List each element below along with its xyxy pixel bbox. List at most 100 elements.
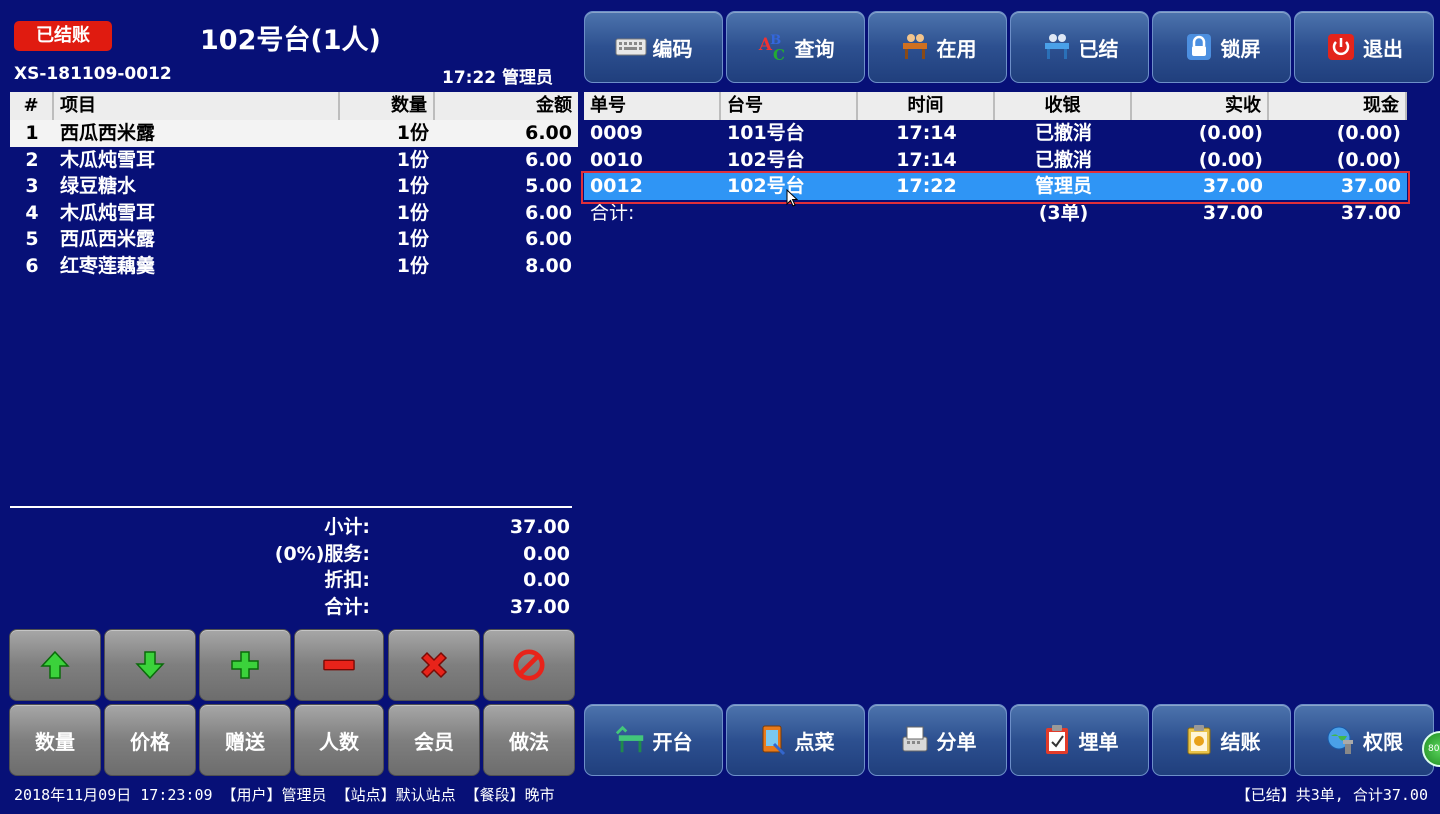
pay-bill-button[interactable]: 埋单 — [1010, 704, 1149, 776]
permission-button-label: 权限 — [1363, 729, 1403, 754]
split-bill-button[interactable]: 分单 — [868, 704, 1007, 776]
open-table-button-label: 开台 — [652, 729, 693, 754]
bill-time: 17:22 — [896, 175, 957, 197]
member-button[interactable]: 会员 — [388, 704, 480, 776]
arrow-down-icon — [134, 649, 166, 681]
open-table-icon — [615, 724, 647, 756]
table-row[interactable]: 0012 102号台 17:22 管理员 37.00 37.00 — [584, 173, 1407, 200]
bill-table: 102号台 — [727, 148, 805, 171]
move-down-button[interactable] — [104, 629, 196, 701]
status-badge: 已结账 — [14, 21, 112, 51]
status-bar-right: 【已结】共3单, 合计37.00 — [1235, 786, 1428, 804]
column-header-cash[interactable]: 现金 — [1269, 92, 1407, 120]
checkout-icon — [1183, 724, 1215, 756]
column-header-item[interactable]: 项目 — [54, 92, 340, 120]
table-row[interactable]: 6 红枣莲藕羹 1份 8.00 — [10, 253, 578, 280]
row-qty: 1份 — [396, 254, 429, 277]
column-header-bill-no[interactable]: 单号 — [584, 92, 721, 120]
subtract-button[interactable] — [294, 629, 384, 701]
row-item: 西瓜西米露 — [60, 228, 156, 250]
exit-button[interactable]: 退出 — [1294, 11, 1434, 83]
search-button[interactable]: ABC 查询 — [726, 11, 865, 83]
column-header-no[interactable]: # — [10, 92, 54, 120]
table-row[interactable]: 3 绿豆糖水 1份 5.00 — [10, 173, 578, 200]
bill-no: 0009 — [590, 122, 643, 144]
order-dish-button-label: 点菜 — [794, 729, 835, 754]
code-button-label: 编码 — [652, 36, 693, 61]
table-row[interactable]: 5 西瓜西米露 1份 6.00 — [10, 226, 578, 253]
svg-text:C: C — [773, 46, 785, 64]
total-value: 37.00 — [509, 595, 570, 618]
row-amount: 8.00 — [525, 254, 572, 277]
column-header-cashier[interactable]: 收银 — [995, 92, 1132, 120]
cooking-method-button[interactable]: 做法 — [483, 704, 575, 776]
column-header-table-no[interactable]: 台号 — [721, 92, 858, 120]
column-header-received[interactable]: 实收 — [1132, 92, 1269, 120]
summary-label: 合计: — [590, 201, 635, 224]
table-row[interactable]: 0010 102号台 17:14 已撤消 (0.00) (0.00) — [584, 147, 1407, 174]
permission-button[interactable]: 权限 — [1294, 704, 1434, 776]
table-row[interactable]: 2 木瓜炖雪耳 1份 6.00 — [10, 147, 578, 174]
row-amount: 6.00 — [525, 228, 572, 250]
table-row[interactable]: 4 木瓜炖雪耳 1份 6.00 — [10, 200, 578, 227]
bill-no: 0012 — [590, 175, 643, 197]
checkout-button[interactable]: 结账 — [1152, 704, 1291, 776]
plus-icon — [229, 649, 261, 681]
guests-button[interactable]: 人数 — [294, 704, 384, 776]
status-bar-left: 2018年11月09日 17:23:09 【用户】管理员 【站点】默认站点 【餐… — [14, 786, 555, 804]
row-no: 5 — [25, 228, 39, 250]
bill-received: (0.00) — [1198, 148, 1263, 171]
quantity-button[interactable]: 数量 — [9, 704, 101, 776]
clipboard-icon — [1041, 724, 1073, 756]
discount-label: 折扣: — [324, 569, 370, 591]
row-no: 2 — [25, 148, 39, 171]
add-button[interactable] — [199, 629, 291, 701]
cancel-icon — [513, 649, 545, 681]
table-row[interactable]: 0009 101号台 17:14 已撤消 (0.00) (0.00) — [584, 120, 1407, 147]
move-up-button[interactable] — [9, 629, 101, 701]
column-header-amount[interactable]: 金额 — [435, 92, 578, 120]
row-item: 绿豆糖水 — [60, 175, 137, 197]
row-no: 4 — [25, 201, 39, 224]
row-qty: 1份 — [396, 175, 429, 197]
permission-icon — [1325, 724, 1357, 756]
order-items-table: # 项目 数量 金额 1 西瓜西米露 1份 6.00 2 木瓜炖雪耳 1份 6.… — [10, 92, 578, 279]
row-item: 木瓜炖雪耳 — [60, 201, 156, 224]
bill-cash: 37.00 — [1340, 175, 1401, 197]
order-dish-button[interactable]: 点菜 — [726, 704, 865, 776]
mouse-cursor-icon — [786, 189, 798, 207]
cancel-button[interactable] — [483, 629, 575, 701]
bill-no: 0010 — [590, 148, 643, 171]
column-header-time[interactable]: 时间 — [858, 92, 995, 120]
dining-occupied-icon — [899, 31, 931, 63]
bill-cash: (0.00) — [1336, 148, 1401, 171]
keyboard-icon — [615, 31, 647, 63]
code-button[interactable]: 编码 — [584, 11, 723, 83]
split-bill-icon — [899, 724, 931, 756]
order-number: XS-181109-0012 — [14, 64, 172, 84]
row-amount: 6.00 — [525, 122, 572, 144]
delete-button[interactable] — [388, 629, 480, 701]
bill-cash: (0.00) — [1336, 122, 1401, 144]
discount-value: 0.00 — [523, 569, 570, 591]
occupied-button[interactable]: 在用 — [868, 11, 1007, 83]
row-qty: 1份 — [396, 148, 429, 171]
bill-received: 37.00 — [1202, 175, 1263, 197]
bill-time: 17:14 — [896, 148, 957, 171]
gift-button[interactable]: 赠送 — [199, 704, 291, 776]
table-row[interactable]: 1 西瓜西米露 1份 6.00 — [10, 120, 578, 147]
price-button[interactable]: 价格 — [104, 704, 196, 776]
checkout-button-label: 结账 — [1220, 729, 1261, 754]
bill-cashier: 已撤消 — [1034, 148, 1092, 171]
settled-button[interactable]: 已结 — [1010, 11, 1149, 83]
order-time-user: 17:22 管理员 — [442, 68, 554, 88]
total-label: 合计: — [324, 595, 370, 618]
summary-cash: 37.00 — [1340, 201, 1401, 224]
open-table-button[interactable]: 开台 — [584, 704, 723, 776]
bills-header: 单号 台号 时间 收银 实收 现金 — [584, 92, 1407, 120]
row-qty: 1份 — [396, 228, 429, 250]
bill-table: 101号台 — [727, 122, 805, 144]
column-header-qty[interactable]: 数量 — [340, 92, 435, 120]
row-qty: 1份 — [396, 201, 429, 224]
lock-screen-button[interactable]: 锁屏 — [1152, 11, 1291, 83]
